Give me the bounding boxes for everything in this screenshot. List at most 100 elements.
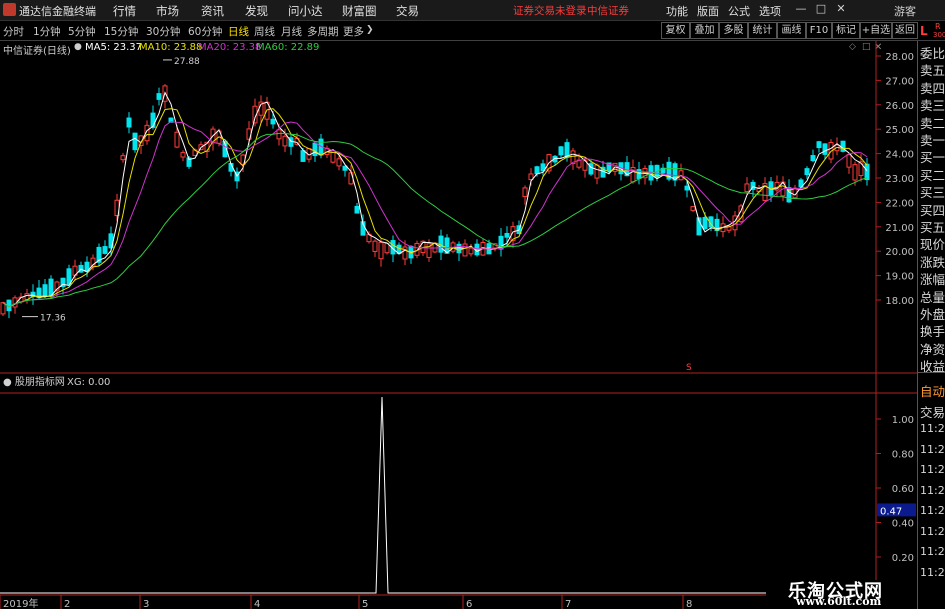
f10-button[interactable]: F10 xyxy=(806,22,832,39)
candle-body xyxy=(534,166,540,175)
candle-body xyxy=(684,185,690,191)
period-15min[interactable]: 15分钟 xyxy=(104,24,138,39)
menu-quotes[interactable]: 行情 xyxy=(113,3,136,19)
adjust-button[interactable]: 复权 xyxy=(661,22,690,39)
xg-line xyxy=(0,396,876,594)
menu-layout[interactable]: 版面 xyxy=(697,3,719,19)
corner-code: 300 xyxy=(933,31,945,39)
trade-time: 11:29 xyxy=(920,422,945,435)
draw-line-button[interactable]: 画线 xyxy=(777,22,806,39)
low-label: 17.36 xyxy=(40,314,66,324)
menu-function[interactable]: 功能 xyxy=(666,3,688,19)
period-toolbar: 分时 1分钟 5分钟 15分钟 30分钟 60分钟 日线 周线 月线 多周期 更… xyxy=(0,21,945,41)
side-label: 卖二 xyxy=(920,115,945,131)
side-label: 卖五 xyxy=(920,63,945,79)
add-watchlist-button[interactable]: +自选 xyxy=(860,22,892,39)
close-icon[interactable]: ✕ xyxy=(833,2,849,15)
candle-body xyxy=(468,247,474,255)
sell-marker: S xyxy=(686,363,692,373)
candle-body xyxy=(744,183,750,193)
period-1min[interactable]: 1分钟 xyxy=(33,24,61,39)
menu-options[interactable]: 选项 xyxy=(759,3,781,19)
title-bar: 通达信金融终端 行情 市场 资讯 发现 问小达 财富圈 交易 证券交易未登录 中… xyxy=(0,0,945,21)
period-more[interactable]: 更多 xyxy=(343,24,364,39)
indicator-tick-label: 0.40 xyxy=(892,518,914,529)
menu-assistant[interactable]: 问小达 xyxy=(288,3,323,19)
app-logo-icon xyxy=(3,3,16,16)
multi-stock-button[interactable]: 多股 xyxy=(719,22,748,39)
restore-icon[interactable]: □ xyxy=(813,2,829,15)
candle-body xyxy=(816,141,822,149)
time-label: 4 xyxy=(254,599,260,609)
auto-trade-label[interactable]: 交易 xyxy=(920,402,945,421)
candle-body xyxy=(804,168,810,176)
candle-body xyxy=(522,187,528,198)
period-daily[interactable]: 日线 xyxy=(228,24,249,39)
price-tick-label: 22.00 xyxy=(885,198,914,209)
candle-body xyxy=(378,241,384,260)
price-tick-label: 18.00 xyxy=(885,296,914,307)
current-value-label: 0.47 xyxy=(880,506,902,517)
candle-body xyxy=(852,164,858,181)
candle-body xyxy=(864,163,870,181)
minimize-icon[interactable]: — xyxy=(793,2,809,15)
side-label: 买五 xyxy=(920,220,945,235)
price-tick-label: 20.00 xyxy=(885,247,914,258)
side-label: 总量 xyxy=(920,289,945,305)
side-label: 涨跌 xyxy=(920,254,945,270)
price-tick-label: 28.00 xyxy=(885,52,914,63)
time-label: 2 xyxy=(64,599,70,609)
menu-discover[interactable]: 发现 xyxy=(245,3,268,19)
guest-user[interactable]: 游客 xyxy=(894,3,916,19)
time-label: 8 xyxy=(686,599,692,609)
price-tick-label: 23.00 xyxy=(885,174,914,185)
side-label: 卖三 xyxy=(920,98,945,114)
time-label: 7 xyxy=(565,599,571,609)
trade-login-status[interactable]: 证券交易未登录 xyxy=(513,3,587,18)
candle-body xyxy=(372,240,378,252)
period-intraday[interactable]: 分时 xyxy=(3,24,24,39)
menu-news[interactable]: 资讯 xyxy=(201,3,224,19)
candle-body xyxy=(180,152,186,158)
candle-body xyxy=(48,278,54,297)
candle-body xyxy=(690,206,696,211)
period-monthly[interactable]: 月线 xyxy=(281,24,302,39)
statistics-button[interactable]: 统计 xyxy=(748,22,777,39)
candle-body xyxy=(558,146,564,156)
more-arrow-icon[interactable]: ❯ xyxy=(366,25,374,35)
side-label: 买一 xyxy=(920,150,945,166)
price-tick-label: 26.00 xyxy=(885,101,914,112)
candle-body xyxy=(456,243,462,254)
menu-market[interactable]: 市场 xyxy=(156,3,179,19)
candle-body xyxy=(312,142,318,157)
broker-name[interactable]: 中信证券 xyxy=(587,3,629,18)
menu-wealth-circle[interactable]: 财富圈 xyxy=(342,3,377,19)
candle-body xyxy=(66,268,72,285)
period-weekly[interactable]: 周线 xyxy=(254,24,275,39)
candle-body xyxy=(276,129,282,140)
back-button[interactable]: 返回 xyxy=(892,22,918,39)
menu-formula[interactable]: 公式 xyxy=(728,3,750,19)
trade-time: 11:29 xyxy=(920,545,945,558)
candle-body xyxy=(300,150,306,162)
period-5min[interactable]: 5分钟 xyxy=(68,24,96,39)
layout-corner[interactable]: L R 300 xyxy=(918,22,945,41)
side-divider xyxy=(918,372,945,373)
auto-trade-label[interactable]: 自动 xyxy=(920,381,945,400)
side-label: 卖一 xyxy=(920,133,945,148)
kline-chart[interactable]: 28.0027.0026.0025.0024.0023.0022.0021.00… xyxy=(0,41,917,609)
price-tick-label: 27.00 xyxy=(885,76,914,87)
period-60min[interactable]: 60分钟 xyxy=(188,24,222,39)
candle-body xyxy=(564,142,570,158)
trade-time: 11:29 xyxy=(920,504,945,517)
candle-body xyxy=(156,93,162,100)
overlay-button[interactable]: 叠加 xyxy=(690,22,719,39)
period-30min[interactable]: 30分钟 xyxy=(146,24,180,39)
side-label: 净资 xyxy=(920,341,945,357)
quote-side-panel: 委比 卖五 卖四 卖三 卖二 卖一 买一 买二 买三 买四 买五 现价 涨跌 涨幅 总量 外盘 换手 净资 收益 自动… xyxy=(917,41,945,609)
mark-button[interactable]: 标记 xyxy=(832,22,860,39)
candle-body xyxy=(846,154,852,168)
period-multi[interactable]: 多周期 xyxy=(307,24,339,39)
time-label: 6 xyxy=(466,599,472,609)
menu-trade[interactable]: 交易 xyxy=(396,3,419,19)
